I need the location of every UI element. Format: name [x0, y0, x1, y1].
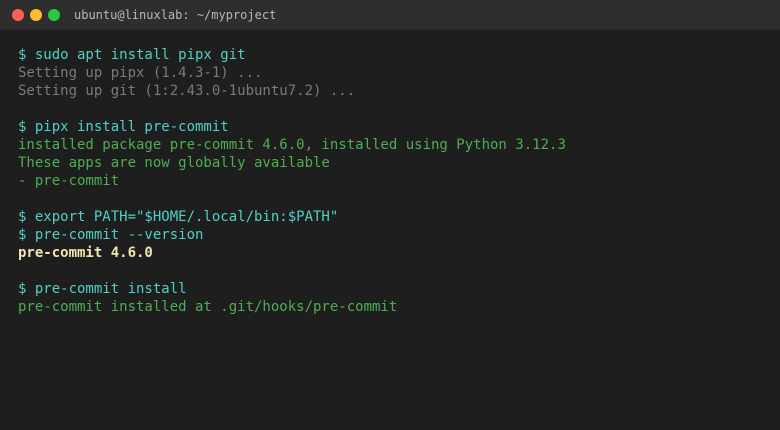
terminal-output[interactable]: $ sudo apt install pipx git Setting up p…: [0, 30, 780, 316]
window-controls: [12, 8, 60, 21]
command-line: $ pre-commit install: [18, 281, 187, 297]
command-line: $ pre-commit --version: [18, 227, 204, 243]
output-line: installed package pre-commit 4.6.0, inst…: [18, 137, 566, 153]
output-line: Setting up pipx (1.4.3-1) ...: [18, 65, 263, 81]
title-bar: ubuntu@linuxlab: ~/myproject: [0, 0, 780, 30]
close-button[interactable]: [12, 8, 24, 21]
maximize-button[interactable]: [48, 8, 60, 21]
version-output: pre-commit 4.6.0: [18, 245, 153, 261]
output-line: Setting up git (1:2.43.0-1ubuntu7.2) ...: [18, 83, 356, 99]
command-line: $ export PATH="$HOME/.local/bin:$PATH": [18, 209, 339, 225]
command-line: $ pipx install pre-commit: [18, 119, 229, 135]
terminal-window: ubuntu@linuxlab: ~/myproject $ sudo apt …: [0, 0, 780, 430]
minimize-button[interactable]: [30, 8, 42, 21]
output-line: - pre-commit: [18, 173, 120, 189]
output-line: These apps are now globally available: [18, 155, 330, 171]
window-title: ubuntu@linuxlab: ~/myproject: [74, 7, 277, 22]
output-line: pre-commit installed at .git/hooks/pre-c…: [18, 299, 398, 315]
command-line: $ sudo apt install pipx git: [18, 47, 246, 63]
